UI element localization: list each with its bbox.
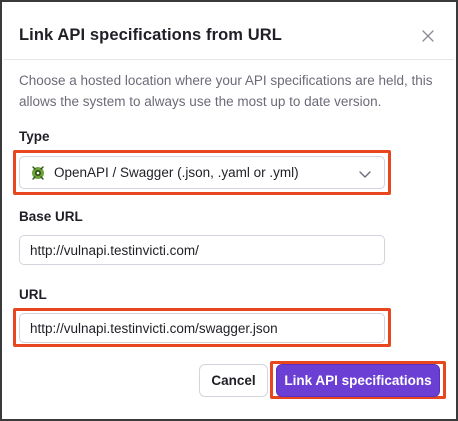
type-select-value: OpenAPI / Swagger (.json, .yaml or .yml) (54, 165, 299, 180)
type-select[interactable]: OpenAPI / Swagger (.json, .yaml or .yml) (19, 156, 385, 189)
dialog-title: Link API specifications from URL (19, 26, 282, 44)
link-api-specifications-button[interactable]: Link API specifications (276, 364, 440, 397)
url-label: URL (19, 287, 47, 302)
cancel-button[interactable]: Cancel (199, 364, 268, 397)
url-input[interactable] (19, 313, 385, 343)
type-label: Type (19, 129, 50, 144)
swagger-icon (30, 165, 46, 181)
link-api-dialog: Link API specifications from URL Choose … (0, 0, 458, 421)
chevron-down-icon (358, 167, 372, 181)
dialog-description: Choose a hosted location where your API … (19, 73, 433, 109)
header-divider (4, 59, 454, 60)
close-button[interactable] (418, 26, 438, 46)
close-icon (422, 30, 434, 42)
base-url-label: Base URL (19, 209, 83, 224)
base-url-input[interactable] (19, 235, 385, 265)
